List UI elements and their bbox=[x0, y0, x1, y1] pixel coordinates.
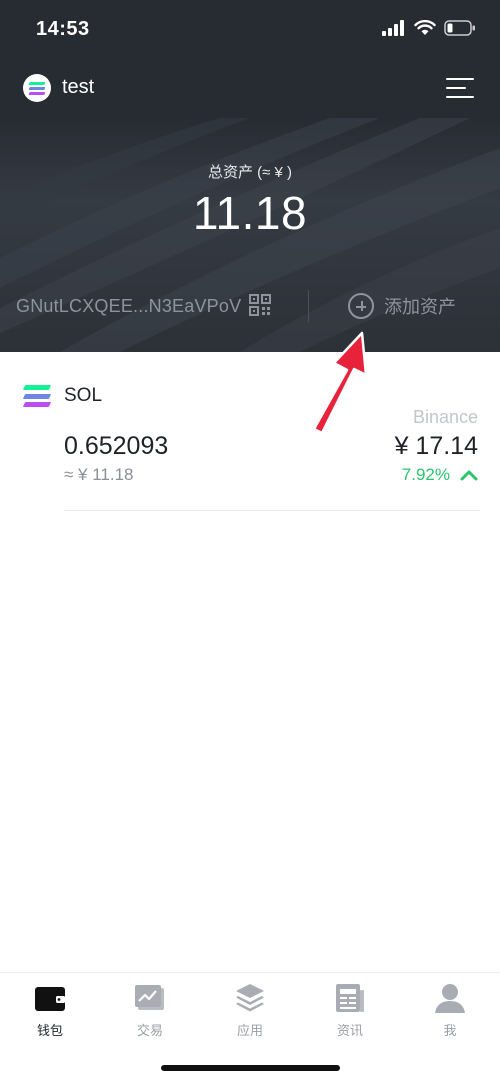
add-circle-icon bbox=[348, 293, 374, 319]
profile-icon bbox=[435, 984, 465, 1013]
tab-label: 资讯 bbox=[336, 1023, 363, 1038]
price-change: 7.92% bbox=[402, 465, 478, 485]
tab-label: 应用 bbox=[236, 1023, 263, 1038]
add-asset-label: 添加资产 bbox=[384, 297, 456, 317]
address-row: GNutLCXQEE...N3EaVPoV 添加资产 bbox=[0, 288, 500, 328]
wallet-address[interactable]: GNutLCXQEE...N3EaVPoV bbox=[16, 296, 241, 317]
trend-up-icon bbox=[460, 470, 478, 481]
total-assets-value: 11.18 bbox=[192, 187, 308, 239]
sol-icon bbox=[22, 385, 52, 407]
tab-news[interactable]: 资讯 bbox=[300, 973, 400, 1043]
qr-code-icon[interactable] bbox=[249, 294, 271, 316]
menu-icon[interactable] bbox=[446, 78, 474, 98]
wallet-header: 14:53 test 总资产 (≈ ¥) 11.18 GNutLCXQEE..… bbox=[0, 0, 500, 352]
add-asset-button[interactable]: 添加资产 bbox=[348, 293, 456, 319]
tab-wallet[interactable]: 钱包 bbox=[0, 973, 100, 1043]
tab-trade[interactable]: 交易 bbox=[100, 973, 200, 1043]
total-assets-label: 总资产 (≈ ¥ ) bbox=[207, 164, 293, 181]
nav-bar: test bbox=[0, 66, 500, 112]
wallet-icon bbox=[35, 987, 65, 1011]
battery-icon bbox=[444, 20, 475, 36]
layers-icon bbox=[236, 984, 264, 1012]
annotation-arrow-icon bbox=[312, 331, 368, 435]
asset-symbol: SOL bbox=[64, 385, 103, 406]
price-change-label: 7.92% bbox=[401, 465, 450, 484]
asset-row-sol[interactable]: SOL Binance 0.652093 ¥ 17.14 ≈ ¥ 11.18 7… bbox=[0, 352, 500, 512]
wifi-icon bbox=[414, 20, 436, 35]
tab-label: 钱包 bbox=[36, 1023, 63, 1038]
chart-icon bbox=[135, 985, 164, 1010]
status-bar: 14:53 bbox=[0, 0, 500, 60]
asset-divider bbox=[64, 510, 480, 511]
tab-apps[interactable]: 应用 bbox=[200, 973, 300, 1043]
status-time: 14:53 bbox=[36, 18, 90, 40]
address-divider bbox=[308, 290, 309, 322]
tab-label: 我 bbox=[443, 1023, 457, 1038]
home-indicator[interactable] bbox=[161, 1065, 340, 1071]
asset-balance: 0.652093 bbox=[64, 432, 169, 460]
price-source: Binance bbox=[412, 407, 478, 427]
news-icon bbox=[336, 984, 364, 1012]
asset-price: ¥ 17.14 bbox=[394, 432, 478, 460]
wallet-name[interactable]: test bbox=[62, 76, 94, 99]
signal-icon bbox=[382, 20, 404, 36]
status-icons bbox=[382, 20, 476, 36]
tab-label: 交易 bbox=[136, 1023, 163, 1038]
wallet-logo[interactable] bbox=[23, 74, 51, 102]
wallet-screen: 14:53 test 总资产 (≈ ¥) 11.18 GNutLCXQEE..… bbox=[0, 0, 500, 1083]
tab-profile[interactable]: 我 bbox=[400, 973, 500, 1043]
asset-fiat-value: ≈ ¥ 11.18 bbox=[64, 465, 134, 484]
